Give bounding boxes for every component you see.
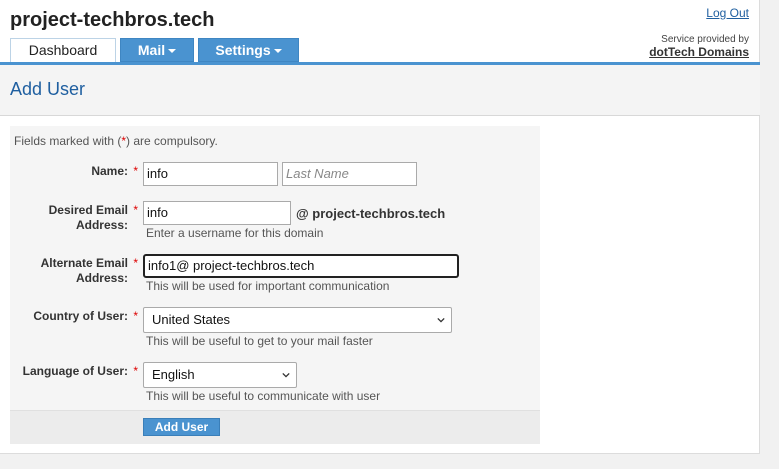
alternate-email-hint: This will be used for important communic… xyxy=(146,279,390,293)
desired-email-required-mark: * xyxy=(133,203,138,217)
tab-dashboard[interactable]: Dashboard xyxy=(10,38,116,62)
logout-link[interactable]: Log Out xyxy=(706,6,749,20)
desired-email-label-line2: Address: xyxy=(75,218,128,232)
compulsory-note: Fields marked with (*) are compulsory. xyxy=(14,134,218,148)
chevron-down-icon xyxy=(437,317,445,323)
first-name-input[interactable]: info xyxy=(143,162,278,186)
alternate-email-input[interactable]: info1@ project-techbros.tech xyxy=(143,254,459,278)
tab-mail-label: Mail xyxy=(137,42,166,58)
desired-email-label-line1: Desired Email xyxy=(48,203,128,217)
name-label: Name: * xyxy=(4,164,138,179)
name-label-text: Name: xyxy=(91,164,128,178)
caret-down-icon xyxy=(168,49,177,54)
page: project-techbros.tech Log Out Service pr… xyxy=(0,0,760,454)
service-line: Service provided by xyxy=(661,34,749,45)
language-hint: This will be useful to communicate with … xyxy=(146,389,381,403)
chevron-down-icon xyxy=(282,372,290,378)
country-required-mark: * xyxy=(133,309,138,323)
service-credit: Service provided by dotTech Domains xyxy=(649,34,749,59)
country-select[interactable]: United States xyxy=(143,307,452,333)
page-heading-band: Add User xyxy=(0,65,760,116)
language-select[interactable]: English xyxy=(143,362,297,388)
last-name-input[interactable]: Last Name xyxy=(282,162,417,186)
add-user-button[interactable]: Add User xyxy=(143,418,220,436)
language-label: Language of User: * xyxy=(4,364,138,379)
country-label-text: Country of User: xyxy=(33,309,128,323)
name-required-mark: * xyxy=(133,164,138,178)
desired-email-hint: Enter a username for this domain xyxy=(146,226,324,240)
tab-dashboard-label: Dashboard xyxy=(28,42,98,58)
language-label-text: Language of User: xyxy=(22,364,128,378)
page-title: Add User xyxy=(10,79,86,99)
alternate-email-required-mark: * xyxy=(133,256,138,270)
main-tabs: Dashboard Mail Settings xyxy=(10,38,299,62)
caret-down-icon xyxy=(273,49,282,54)
tab-settings[interactable]: Settings xyxy=(198,38,299,62)
tab-mail[interactable]: Mail xyxy=(120,38,194,62)
country-selected-value: United States xyxy=(152,312,231,327)
desired-email-input[interactable]: info xyxy=(143,201,291,225)
domain-suffix: @ project-techbros.tech xyxy=(296,206,446,221)
desired-email-label: Desired Email Address: * xyxy=(4,203,138,233)
language-required-mark: * xyxy=(133,364,138,378)
note-suffix: ) are compulsory. xyxy=(126,134,218,148)
country-hint: This will be useful to get to your mail … xyxy=(146,334,373,348)
country-label: Country of User: * xyxy=(4,309,138,324)
site-title: project-techbros.tech xyxy=(10,9,215,31)
note-prefix: Fields marked with ( xyxy=(14,134,122,148)
alternate-email-label-line1: Alternate Email xyxy=(40,256,128,270)
language-selected-value: English xyxy=(152,367,195,382)
service-brand-link[interactable]: dotTech Domains xyxy=(649,45,749,59)
alternate-email-label: Alternate Email Address: * xyxy=(4,256,138,286)
form-actions: Add User xyxy=(10,410,540,444)
tab-settings-label: Settings xyxy=(215,42,271,58)
add-user-form: Fields marked with (*) are compulsory. N… xyxy=(10,126,540,444)
alternate-email-label-line2: Address: xyxy=(75,271,128,285)
